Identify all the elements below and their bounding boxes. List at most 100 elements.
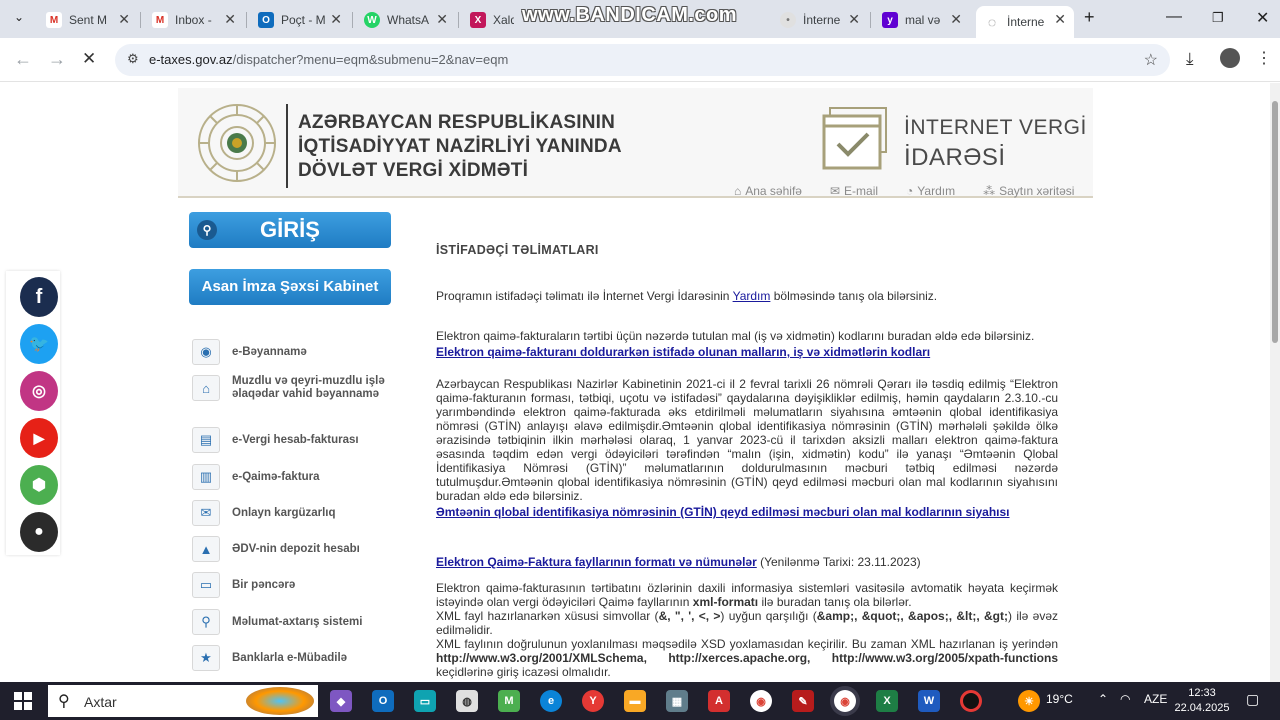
tab-label: Poçt - M [281, 13, 325, 27]
excel-icon[interactable]: X [876, 690, 898, 712]
close-icon[interactable]: ✕ [118, 11, 130, 28]
sidebar-item-e-vergi-hesab-fakturasi[interactable]: ▤ e-Vergi hesab-fakturası [186, 427, 392, 453]
gtin-paragraph: Azərbaycan Respublikası Nazirlər Kabinet… [436, 377, 1058, 519]
yandex-icon[interactable]: Y [582, 690, 604, 712]
site-settings-icon[interactable]: ⚙ [127, 51, 139, 67]
help-link[interactable]: ◔ Yardım [906, 184, 955, 198]
chevron-up-icon[interactable]: ⌃ [1098, 692, 1108, 706]
close-icon[interactable]: ✕ [848, 11, 860, 28]
twitter-icon[interactable]: 🐦 [20, 324, 58, 364]
help-text: Proqramın istifadəçi təlimatı ilə İntern… [436, 289, 733, 303]
codes-download-link[interactable]: Elektron qaimə-fakturanı doldurarkən ist… [436, 345, 930, 359]
tab-xalq[interactable]: X XalqO [462, 6, 522, 34]
help-link[interactable]: Yardım [733, 289, 771, 303]
word-icon[interactable]: W [918, 690, 940, 712]
chrome-icon[interactable]: ◉ [750, 690, 772, 712]
bandicam-record-icon[interactable] [960, 690, 982, 712]
close-icon[interactable]: ✕ [330, 11, 342, 28]
sidebar-item-edv-depozit[interactable]: ▲ ƏDV-nin depozit hesabı [186, 536, 392, 562]
tab-label: Inbox - [175, 13, 212, 27]
login-button[interactable]: ⚲ GİRİŞ [189, 212, 391, 248]
url-text[interactable]: e-taxes.gov.az/dispatcher?menu=eqm&subme… [149, 52, 508, 67]
sidebar-item-vahid-beyanname[interactable]: ⌂ Muzdlu və qeyri-muzdlu işlə əlaqədar va… [186, 375, 392, 401]
notification-icon[interactable]: ▢ [1246, 691, 1259, 708]
sidebar-item-e-qaime-faktura[interactable]: ▥ e-Qaimə-faktura [186, 464, 392, 490]
minimize-button[interactable]: — [1166, 8, 1182, 26]
stop-loading-icon[interactable]: ✕ [82, 49, 96, 69]
tab-label: İnterne [803, 13, 841, 27]
edge-icon[interactable]: e [540, 690, 562, 712]
language-indicator[interactable]: AZE [1144, 692, 1167, 706]
tab-sent-mail[interactable]: M Sent M ✕ [38, 6, 138, 34]
system-clock[interactable]: 12:33 22.04.2025 [1172, 686, 1232, 716]
tab-inbox[interactable]: M Inbox - ✕ [144, 6, 244, 34]
tab-label: mal və [905, 13, 941, 27]
lock-icon: ⚲ [197, 220, 217, 240]
page-scrollbar[interactable] [1270, 83, 1280, 682]
close-window-button[interactable]: ✕ [1256, 8, 1269, 28]
invoice-icon: ▤ [192, 427, 220, 453]
close-icon[interactable]: ✕ [224, 11, 236, 28]
sitemap-icon: ⁂ [983, 184, 996, 198]
sidebar-item-onlayn-karguzarliq[interactable]: ✉ Onlayn kargüzarlıq [186, 500, 392, 526]
sidebar-item-bir-pencere[interactable]: ▭ Bir pəncərə [186, 572, 392, 598]
back-icon[interactable]: ← [14, 49, 32, 70]
tab-whatsapp[interactable]: W WhatsA ✕ [356, 6, 456, 34]
android-icon[interactable]: ⬢ [20, 465, 58, 505]
home-link[interactable]: ⌂ Ana səhifə [734, 184, 802, 198]
clock-date: 22.04.2025 [1174, 702, 1230, 714]
facebook-icon[interactable]: f [20, 277, 58, 317]
copilot-icon[interactable]: ◆ [330, 690, 352, 712]
close-icon[interactable]: ✕ [436, 11, 448, 28]
widgets-icon[interactable]: ▭ [414, 690, 436, 712]
loading-icon: ◌ [984, 14, 1000, 30]
email-link[interactable]: ✉ E-mail [830, 184, 878, 198]
forward-icon[interactable]: → [48, 49, 66, 70]
format-samples-link[interactable]: Elektron Qaimə-Faktura fayllarının forma… [436, 555, 757, 569]
sitemap-link[interactable]: ⁂ Saytın xəritəsi [983, 184, 1074, 198]
gtin-list-link[interactable]: Əmtəənin qlobal identifikasiya nömrəsini… [436, 505, 1010, 519]
chrome-active-icon[interactable]: ◉ [834, 690, 856, 712]
tab-yahoo-search[interactable]: y mal və ✕ [874, 6, 970, 34]
youtube-icon[interactable]: ▶ [20, 418, 58, 458]
profile-avatar[interactable] [1220, 48, 1240, 68]
download-icon[interactable]: ⤓ [1186, 49, 1194, 69]
apple-icon[interactable]: ● [20, 512, 58, 552]
calculator-icon[interactable]: ▦ [666, 690, 688, 712]
outlook-icon[interactable]: O [372, 690, 394, 712]
new-tab-button[interactable]: + [1084, 7, 1095, 28]
close-icon[interactable]: ✕ [1054, 11, 1066, 28]
tab-search-icon[interactable]: ⌄ [14, 10, 24, 24]
wifi-icon[interactable]: ◠ [1120, 692, 1130, 706]
close-icon[interactable]: ✕ [950, 11, 962, 28]
microsoft365-icon[interactable]: M [498, 690, 520, 712]
instagram-icon[interactable]: ◎ [20, 371, 58, 411]
pen-app-icon[interactable]: ✎ [792, 690, 814, 712]
acrobat-icon[interactable]: A [708, 690, 730, 712]
temperature-text[interactable]: 19°C [1046, 692, 1073, 706]
chrome-canary-icon[interactable]: ◍ [456, 690, 478, 712]
sidebar-item-e-beyanname[interactable]: ◉ e-Bəyannamə [186, 339, 392, 365]
tab-internet-vergi-active[interactable]: ◌ İnterne ✕ [976, 6, 1074, 38]
maximize-button[interactable]: ❐ [1212, 10, 1224, 26]
bookmark-star-icon[interactable]: ☆ [1144, 50, 1158, 70]
bank-icon: ⌂ [192, 375, 220, 401]
tab-internet-vergi-1[interactable]: • İnterne ✕ [772, 6, 868, 34]
search-icon: ⚲ [58, 693, 70, 710]
sidebar-item-banklarla-mubadile[interactable]: ★ Banklarla e-Mübadilə [186, 645, 392, 671]
browser-menu-icon[interactable]: ⋮ [1256, 48, 1272, 68]
help-text-end: bölməsində tanış ola bilərsiniz. [770, 289, 938, 303]
windows-start-icon[interactable] [14, 692, 32, 710]
weather-icon[interactable]: ☀ [1018, 690, 1040, 712]
sidebar-item-label: e-Qaimə-faktura [232, 470, 320, 483]
exchange-icon: ★ [192, 645, 220, 671]
sidebar-item-melumat-axtaris[interactable]: ⚲ Məlumat-axtarış sistemi [186, 609, 392, 635]
scrollbar-thumb[interactable] [1272, 101, 1278, 343]
asan-imza-cabinet-button[interactable]: Asan İmza Şəxsi Kabinet [189, 269, 391, 305]
tab-label: WhatsA [387, 13, 430, 27]
taskbar-search-box[interactable]: ⚲ Axtar [48, 685, 318, 717]
omnibox[interactable]: ⚙ e-taxes.gov.az/dispatcher?menu=eqm&sub… [115, 44, 1170, 76]
tab-outlook[interactable]: O Poçt - M ✕ [250, 6, 350, 34]
codes-text: Elektron qaimə-fakturaların tərtibi üçün… [436, 329, 1035, 343]
file-explorer-icon[interactable]: ▬ [624, 690, 646, 712]
